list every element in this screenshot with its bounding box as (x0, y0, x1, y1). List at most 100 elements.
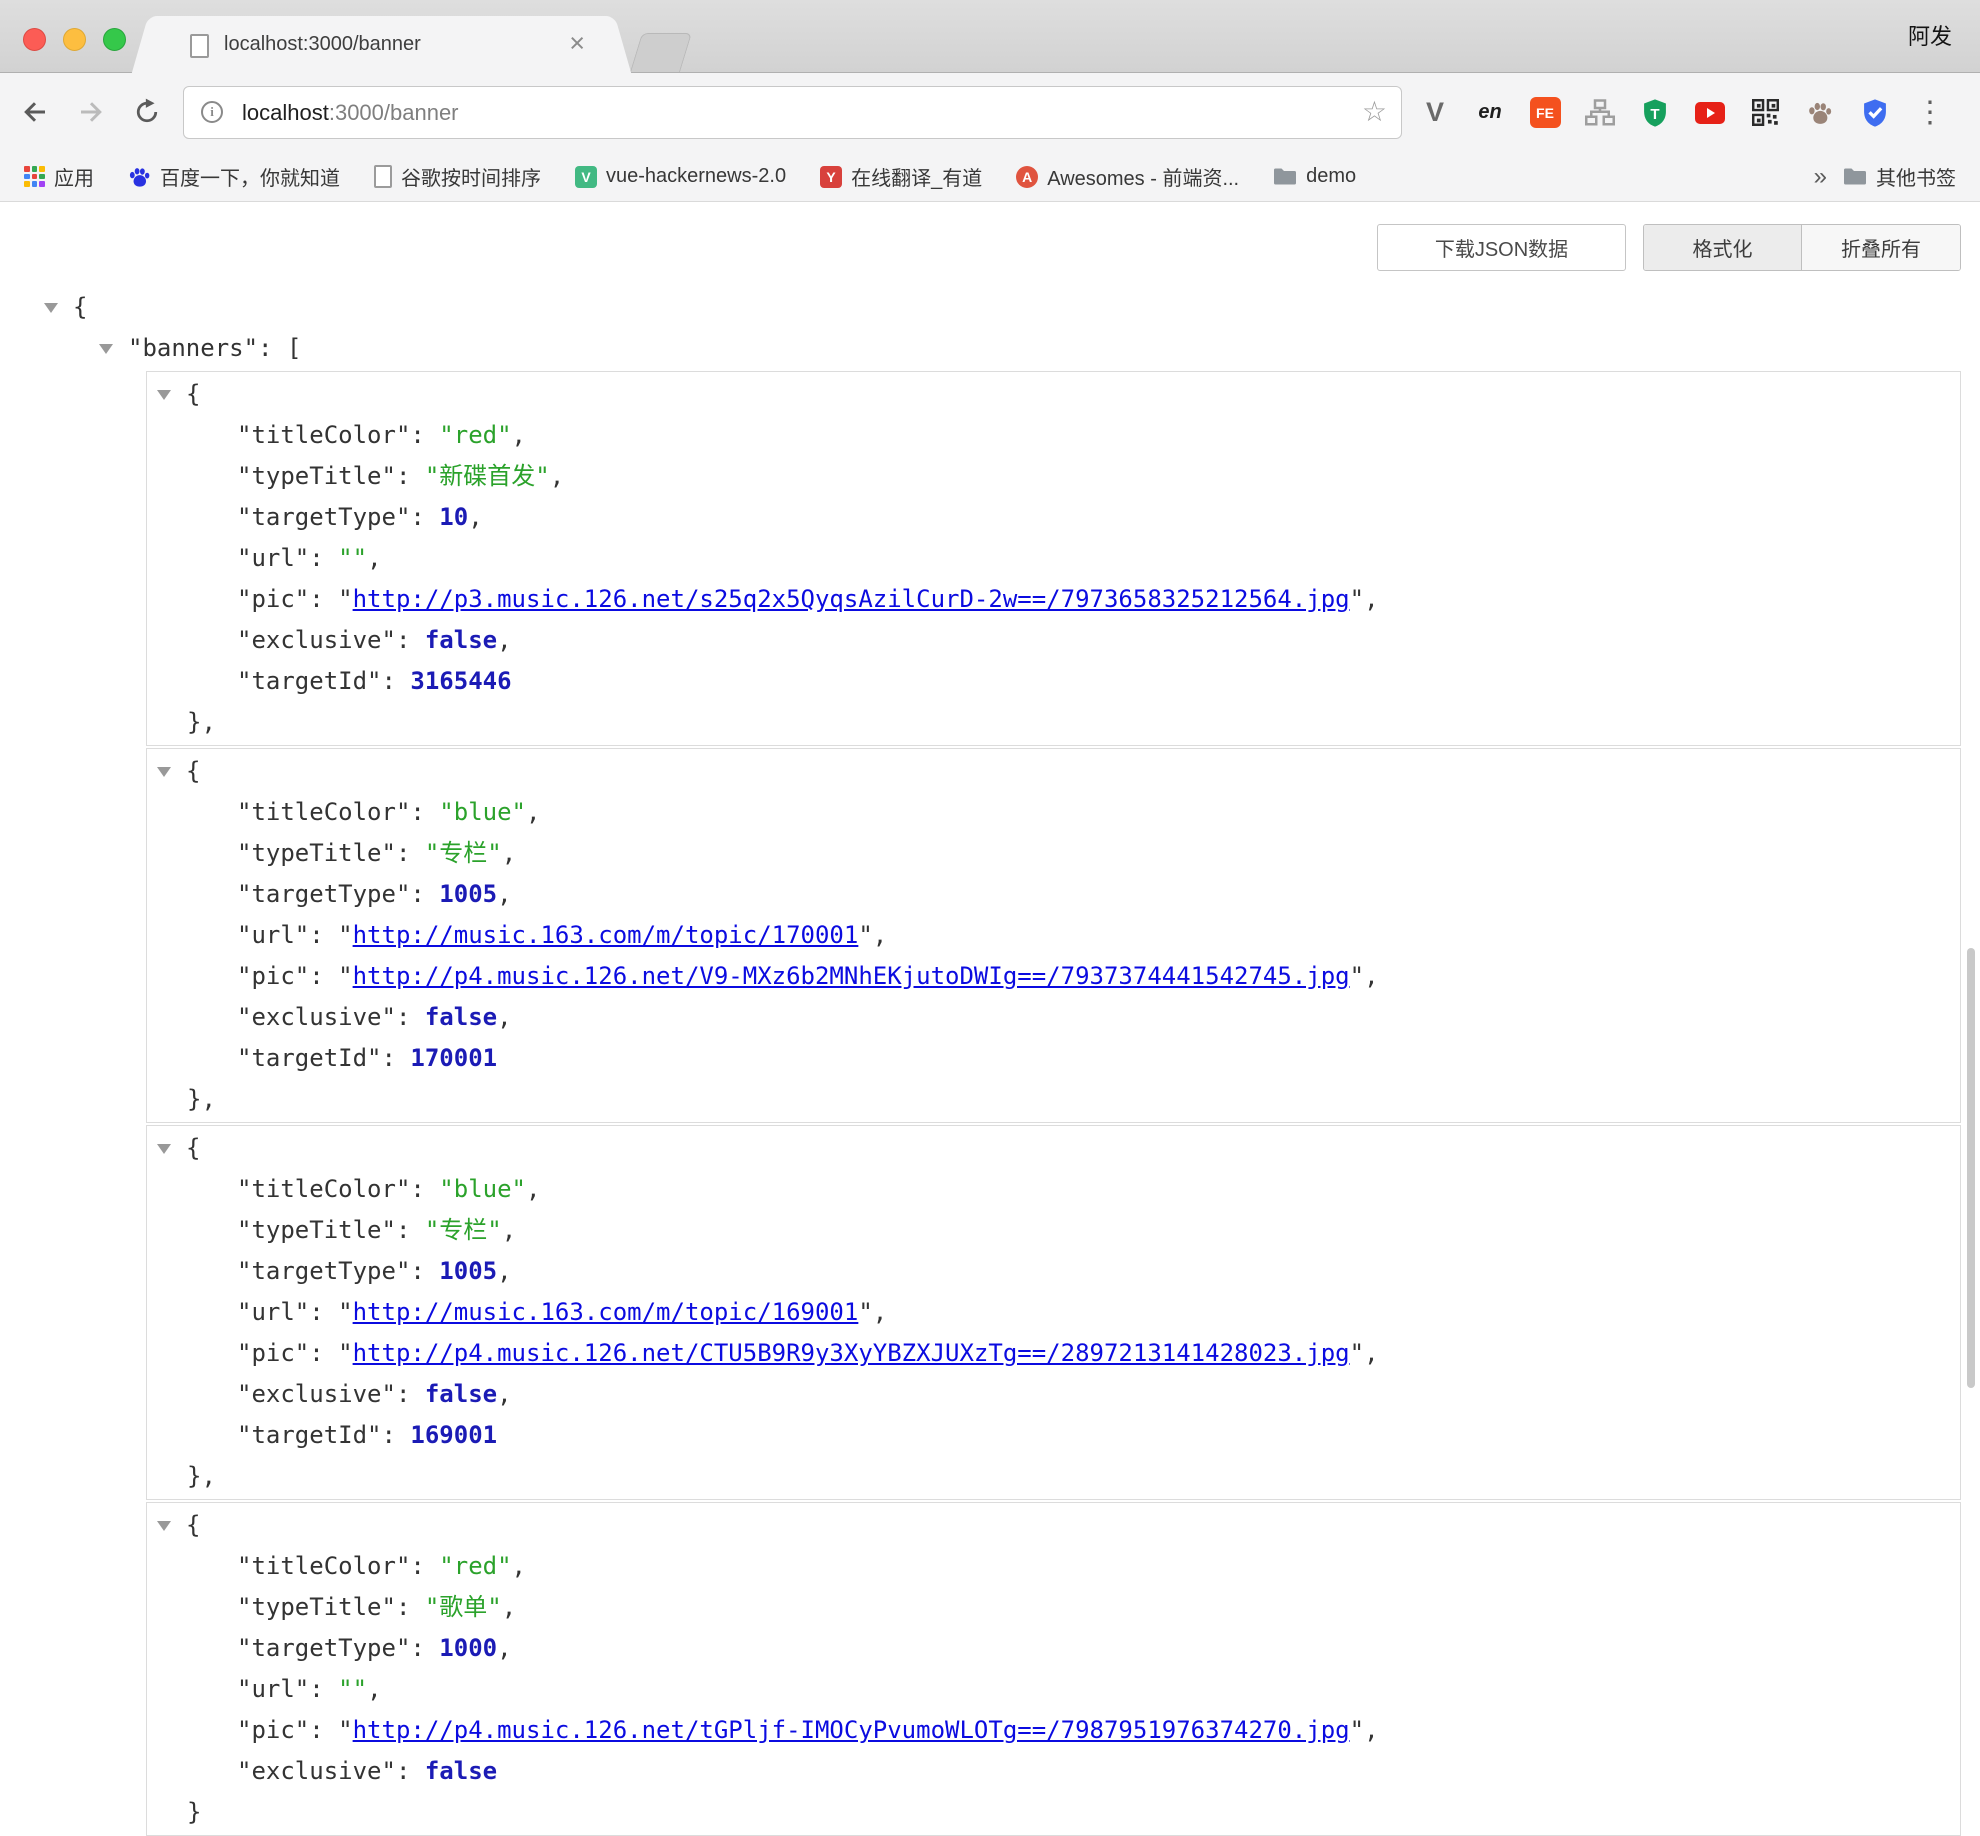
bookmark-item[interactable]: Vvue-hackernews-2.0 (575, 165, 786, 188)
json-url-link[interactable]: http://p4.music.126.net/tGPljf-IMOCyPvum… (353, 1716, 1350, 1744)
page-favicon (190, 34, 209, 58)
bookmark-label: 在线翻译_有道 (851, 162, 982, 191)
format-collapse-group: 格式化 折叠所有 (1643, 224, 1961, 271)
minimize-window-button[interactable] (63, 28, 86, 51)
collapse-triangle-icon[interactable] (157, 390, 171, 400)
scrollbar-thumb[interactable] (1967, 948, 1975, 1388)
page-info-icon[interactable]: i (201, 101, 223, 123)
json-line: "targetType": 1000, (147, 1628, 1960, 1669)
json-url-link[interactable]: http://p3.music.126.net/s25q2x5QyqsAzilC… (353, 585, 1350, 613)
json-line: { (0, 287, 1980, 328)
y-badge-icon: Y (820, 166, 842, 188)
forward-button[interactable] (68, 89, 114, 135)
collapse-triangle-icon[interactable] (99, 344, 113, 354)
json-line: "typeTitle": "专栏", (147, 833, 1960, 874)
close-tab-icon[interactable]: × (569, 16, 585, 73)
bookmark-label: vue-hackernews-2.0 (606, 165, 786, 188)
json-line: "typeTitle": "歌单", (147, 1587, 1960, 1628)
json-line: "targetId": 169001 (147, 1415, 1960, 1456)
json-line: "exclusive": false, (147, 620, 1960, 661)
new-tab-button[interactable] (630, 33, 692, 72)
folder-icon (1843, 167, 1867, 186)
json-line: "exclusive": false, (147, 1374, 1960, 1415)
green-shield-t-icon[interactable]: T (1634, 92, 1676, 134)
json-line: "pic": "http://p3.music.126.net/s25q2x5Q… (147, 579, 1960, 620)
json-line: "url": "", (147, 538, 1960, 579)
collapse-all-button[interactable]: 折叠所有 (1802, 225, 1960, 270)
collapse-triangle-icon[interactable] (157, 1144, 171, 1154)
qr-code-icon[interactable] (1744, 92, 1786, 134)
bookmark-item[interactable]: AAwesomes - 前端资... (1016, 162, 1239, 191)
address-bar[interactable]: i localhost:3000/banner ☆ (183, 86, 1402, 139)
json-line: }, (147, 1456, 1960, 1497)
json-line: "exclusive": false (147, 1751, 1960, 1792)
tab-title: localhost:3000/banner (224, 16, 421, 73)
youtube-icon[interactable] (1689, 92, 1731, 134)
folder-icon (1273, 167, 1297, 186)
close-window-button[interactable] (23, 28, 46, 51)
bookmarks-overflow-icon[interactable]: » (1814, 163, 1827, 191)
reload-button[interactable] (124, 89, 170, 135)
bookmark-star-icon[interactable]: ☆ (1362, 87, 1387, 138)
browser-profile-name[interactable]: 阿发 (1908, 0, 1952, 73)
json-line: "targetId": 170001 (147, 1038, 1960, 1079)
bookmark-label: 谷歌按时间排序 (401, 162, 541, 191)
banner-object-box: {"titleColor": "red","typeTitle": "新碟首发"… (146, 371, 1961, 746)
json-line: }, (147, 1079, 1960, 1120)
fe-badge-icon[interactable]: FE (1524, 92, 1566, 134)
fullscreen-window-button[interactable] (103, 28, 126, 51)
other-bookmarks-folder[interactable]: 其他书签 (1843, 162, 1956, 191)
translate-en-icon[interactable]: en (1469, 92, 1511, 134)
url-host: localhost (242, 100, 329, 125)
json-tree: {"banners": [{"titleColor": "red","typeT… (0, 287, 1980, 1836)
extensions-bar: Ven FE T ⋮ (1414, 73, 1951, 152)
bookmark-item[interactable]: demo (1273, 165, 1356, 188)
json-line: { (147, 1505, 1960, 1546)
json-viewer-toolbar: 下载JSON数据 格式化 折叠所有 (1377, 224, 1961, 271)
json-line: { (147, 1128, 1960, 1169)
back-button[interactable] (12, 89, 58, 135)
orgchart-icon[interactable] (1579, 92, 1621, 134)
bookmark-item[interactable]: 百度一下，你就知道 (128, 162, 340, 191)
blue-shield-check-icon[interactable] (1854, 92, 1896, 134)
collapse-triangle-icon[interactable] (157, 767, 171, 777)
json-line: "titleColor": "red", (147, 1546, 1960, 1587)
json-line: "typeTitle": "新碟首发", (147, 456, 1960, 497)
bookmark-item[interactable]: 谷歌按时间排序 (374, 162, 541, 191)
json-line: } (147, 1792, 1960, 1833)
json-url-link[interactable]: http://music.163.com/m/topic/169001 (353, 1298, 859, 1326)
bookmark-label: 应用 (54, 162, 94, 191)
bookmark-item[interactable]: Y 在线翻译_有道 (820, 162, 982, 191)
v-mark-icon[interactable]: V (1414, 92, 1456, 134)
browser-menu-button[interactable]: ⋮ (1909, 92, 1951, 134)
format-button[interactable]: 格式化 (1644, 225, 1802, 270)
active-tab[interactable]: localhost:3000/banner × (154, 16, 609, 73)
json-line: { (147, 374, 1960, 415)
url-text: localhost:3000/banner (242, 87, 459, 138)
json-url-link[interactable]: http://music.163.com/m/topic/170001 (353, 921, 859, 949)
json-line: "url": "http://music.163.com/m/topic/170… (147, 915, 1960, 956)
collapse-triangle-icon[interactable] (157, 1521, 171, 1531)
json-line: "pic": "http://p4.music.126.net/tGPljf-I… (147, 1710, 1960, 1751)
collapse-triangle-icon[interactable] (44, 303, 58, 313)
paw-print-icon[interactable] (1799, 92, 1841, 134)
kebab-menu-icon: ⋮ (1915, 95, 1945, 130)
json-url-link[interactable]: http://p4.music.126.net/V9-MXz6b2MNhEKju… (353, 962, 1350, 990)
bookmarks-items: 应用 百度一下，你就知道 谷歌按时间排序 Vvue-hackernews-2.0 Y在… (24, 162, 1356, 191)
paw-favicon (128, 166, 151, 188)
svg-text:T: T (1650, 106, 1659, 123)
a-badge-icon: A (1016, 166, 1038, 188)
banner-object-box: {"titleColor": "red","typeTitle": "歌单","… (146, 1502, 1961, 1836)
json-url-link[interactable]: http://p4.music.126.net/CTU5B9R9y3XyYBZX… (353, 1339, 1350, 1367)
apps-grid-icon (24, 166, 45, 187)
json-line: "pic": "http://p4.music.126.net/CTU5B9R9… (147, 1333, 1960, 1374)
bookmarks-bar: 应用 百度一下，你就知道 谷歌按时间排序 Vvue-hackernews-2.0 Y在… (0, 152, 1980, 202)
json-line: "targetType": 1005, (147, 1251, 1960, 1292)
json-line: "banners": [ (0, 328, 1980, 369)
tab-strip: localhost:3000/banner × 阿发 (0, 0, 1980, 73)
bookmark-label: demo (1306, 165, 1356, 188)
download-json-button[interactable]: 下载JSON数据 (1377, 224, 1626, 271)
banner-object-box: {"titleColor": "blue","typeTitle": "专栏",… (146, 1125, 1961, 1500)
page-content: 下载JSON数据 格式化 折叠所有 {"banners": [{"titleCo… (0, 202, 1980, 1754)
bookmark-apps[interactable]: 应用 (24, 162, 94, 191)
